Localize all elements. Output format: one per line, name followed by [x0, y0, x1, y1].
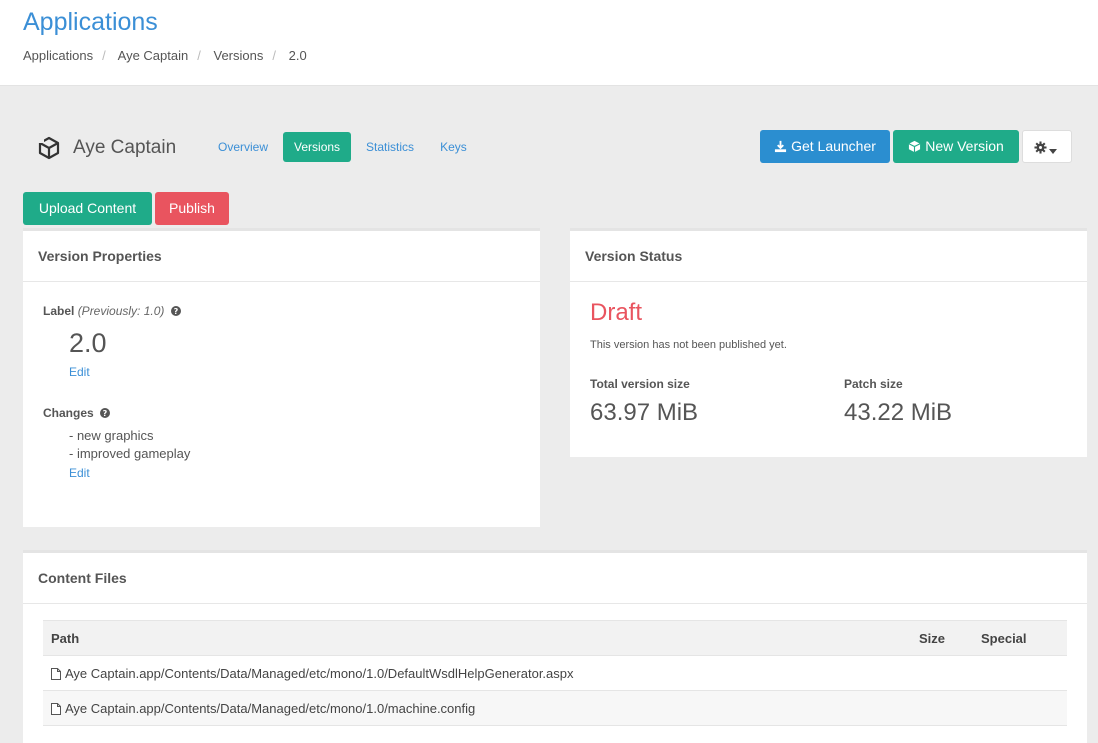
total-size-value: 63.97 MiB — [590, 399, 699, 426]
caret-down-icon — [1048, 149, 1057, 154]
content-files-heading: Content Files — [23, 553, 1087, 604]
tab-versions[interactable]: Versions — [283, 132, 352, 162]
app-name: Aye Captain — [73, 137, 177, 158]
app-tabs: Overview Versions Statistics Keys — [207, 132, 482, 162]
changes-title: Changes — [43, 406, 94, 420]
file-path-cell: Aye Captain.app/Contents/Data/Managed/et… — [43, 655, 911, 691]
file-special — [973, 655, 1067, 691]
help-icon[interactable]: ? — [170, 306, 181, 316]
breadcrumb-current: 2.0 — [288, 48, 307, 63]
version-properties-heading: Version Properties — [23, 231, 540, 282]
file-path: Aye Captain.app/Contents/Data/Managed/et… — [65, 665, 574, 681]
page-header: Applications Applications / Aye Captain / … — [0, 0, 1098, 86]
breadcrumb-separator: / — [272, 48, 276, 63]
file-path-cell: Aye Captain.app/Contents/Data/Managed/et… — [43, 690, 911, 726]
breadcrumb-separator: / — [102, 48, 106, 63]
tab-statistics[interactable]: Statistics — [355, 132, 425, 162]
version-status-heading: Version Status — [570, 231, 1087, 282]
edit-label-link[interactable]: Edit — [69, 365, 90, 379]
publish-button[interactable]: Publish — [155, 192, 229, 225]
version-status-panel: Version Status Draft This version has no… — [570, 228, 1087, 457]
breadcrumb-app[interactable]: Aye Captain — [118, 48, 189, 63]
help-icon[interactable]: ? — [100, 408, 111, 418]
new-version-button[interactable]: New Version — [893, 130, 1019, 163]
file-icon — [51, 667, 61, 680]
status-note: This version has not been published yet. — [590, 339, 787, 351]
download-icon — [775, 140, 787, 153]
patch-size-value: 43.22 MiB — [844, 399, 953, 426]
label-value: 2.0 — [69, 328, 107, 358]
column-size: Size — [911, 620, 973, 656]
breadcrumb: Applications / Aye Captain / Versions / 2.0 — [23, 48, 307, 63]
table-row[interactable]: Aye Captain.app/Contents/Data/Managed/et… — [43, 690, 1067, 726]
total-size-label: Total version size — [590, 377, 690, 391]
changes-field-title: Changes ? — [43, 406, 111, 420]
breadcrumb-versions[interactable]: Versions — [213, 48, 263, 63]
page-title: Applications — [23, 8, 158, 36]
version-properties-panel: Version Properties Label (Previously: 1.… — [23, 228, 540, 527]
label-field-title: Label (Previously: 1.0) ? — [43, 304, 181, 318]
svg-text:?: ? — [103, 409, 108, 418]
file-special — [973, 690, 1067, 726]
status-text: Draft — [590, 299, 643, 326]
content-files-table: Path Size Special Aye Captain.app/Conten… — [43, 620, 1067, 726]
column-special: Special — [973, 620, 1067, 656]
label-previous: (Previously: 1.0) — [77, 304, 165, 318]
file-icon — [51, 702, 61, 715]
breadcrumb-applications[interactable]: Applications — [23, 48, 93, 63]
content-files-panel: Content Files Path Size Special Aye Capt… — [23, 550, 1087, 743]
upload-content-button[interactable]: Upload Content — [23, 192, 152, 225]
get-launcher-button[interactable]: Get Launcher — [760, 130, 890, 163]
file-size — [911, 690, 973, 726]
get-launcher-label: Get Launcher — [791, 138, 876, 154]
settings-dropdown-button[interactable] — [1022, 130, 1072, 163]
file-size — [911, 655, 973, 691]
table-header-row: Path Size Special — [43, 620, 1067, 656]
label-title: Label — [43, 304, 75, 318]
change-item: - new graphics — [69, 428, 154, 443]
file-path: Aye Captain.app/Contents/Data/Managed/et… — [65, 700, 476, 716]
edit-changes-link[interactable]: Edit — [69, 466, 90, 480]
column-path: Path — [43, 620, 911, 656]
patch-size-label: Patch size — [844, 377, 903, 391]
new-version-label: New Version — [925, 138, 1004, 154]
breadcrumb-separator: / — [197, 48, 201, 63]
gear-icon — [1033, 141, 1047, 154]
tab-overview[interactable]: Overview — [207, 132, 279, 162]
table-row[interactable]: Aye Captain.app/Contents/Data/Managed/et… — [43, 655, 1067, 691]
svg-text:?: ? — [173, 307, 178, 316]
tab-keys[interactable]: Keys — [429, 132, 478, 162]
unity-icon — [37, 136, 60, 160]
change-item: - improved gameplay — [69, 446, 191, 461]
changes-list: - new graphics - improved gameplay — [69, 427, 190, 463]
cube-icon — [908, 140, 921, 153]
